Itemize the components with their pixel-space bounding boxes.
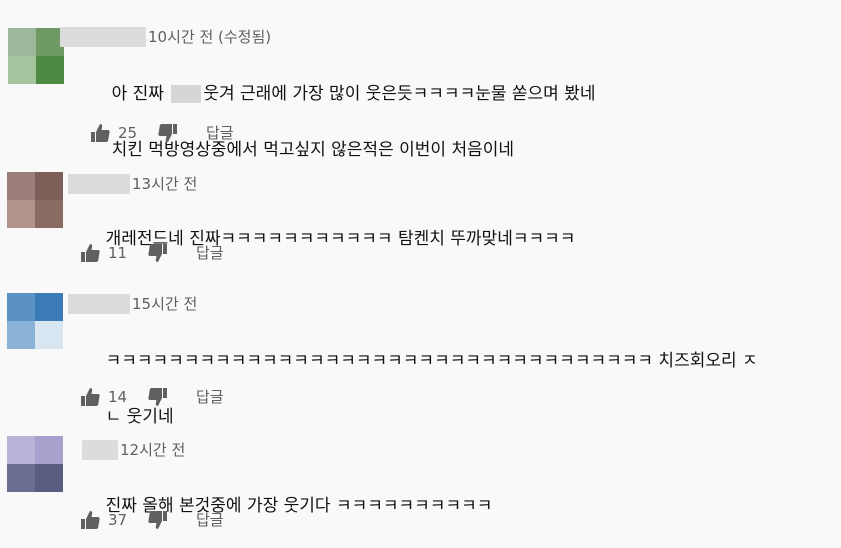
avatar-pixel bbox=[35, 464, 63, 492]
comment-text: 개레전드네 진짜ㅋㅋㅋㅋㅋㅋㅋㅋㅋㅋㅋ 탐켄치 뚜까맞네ㅋㅋㅋㅋ bbox=[84, 197, 576, 281]
comment-actions: 37 답글 bbox=[80, 509, 224, 530]
avatar-pixel bbox=[7, 436, 35, 464]
avatar-pixel bbox=[7, 293, 35, 321]
comment-thread: 13시간 전 개레전드네 진짜ㅋㅋㅋㅋㅋㅋㅋㅋㅋㅋㅋ 탐켄치 뚜까맞네ㅋㅋㅋㅋ … bbox=[0, 160, 841, 285]
thumbs-up-icon[interactable] bbox=[80, 243, 100, 263]
author-name-blurred[interactable] bbox=[60, 26, 146, 47]
avatar-pixel bbox=[35, 200, 63, 228]
avatar-pixel bbox=[7, 172, 35, 200]
reply-button[interactable]: 답글 bbox=[196, 242, 224, 263]
like-count: 11 bbox=[108, 243, 128, 262]
comment-line: 치킨 먹방영상중에서 먹고싶지 않은적은 이번이 처음이네 bbox=[111, 140, 515, 160]
thumbs-down-icon[interactable] bbox=[148, 510, 168, 530]
reply-button[interactable]: 답글 bbox=[206, 122, 234, 143]
avatar-pixel bbox=[7, 464, 35, 492]
like-count: 25 bbox=[118, 123, 138, 142]
like-count: 14 bbox=[108, 387, 128, 406]
comment-timestamp[interactable]: 15시간 전 bbox=[132, 293, 197, 314]
comment-text: 진짜 올해 본것중에 가장 웃기다 ㅋㅋㅋㅋㅋㅋㅋㅋㅋㅋ bbox=[84, 464, 493, 548]
comment-thread: 12시간 전 진짜 올해 본것중에 가장 웃기다 ㅋㅋㅋㅋㅋㅋㅋㅋㅋㅋ 37 답… bbox=[0, 425, 841, 541]
avatar-pixel bbox=[7, 200, 35, 228]
comment-line: ㄴ 웃기네 bbox=[105, 407, 174, 427]
thumbs-down-icon[interactable] bbox=[158, 123, 178, 143]
comment-header: 12시간 전 bbox=[82, 439, 185, 460]
comment-actions: 11 답글 bbox=[80, 242, 224, 263]
comment-line: ㅋㅋㅋㅋㅋㅋㅋㅋㅋㅋㅋㅋㅋㅋㅋㅋㅋㅋㅋㅋㅋㅋㅋㅋㅋㅋㅋㅋㅋㅋㅋㅋㅋㅋㅋ 치즈회오… bbox=[105, 351, 758, 371]
thumbs-up-icon[interactable] bbox=[90, 123, 110, 143]
comment-header: 15시간 전 bbox=[68, 293, 197, 314]
comment-timestamp[interactable]: 13시간 전 bbox=[132, 173, 197, 194]
comment-thread: 10시간 전 (수정됨) 아 진짜 웃겨 근래에 가장 많이 웃은듯ㅋㅋㅋㅋ눈물… bbox=[0, 0, 841, 160]
avatar-pixel bbox=[36, 56, 64, 84]
comment-header: 13시간 전 bbox=[68, 173, 197, 194]
author-name-blurred[interactable] bbox=[82, 439, 118, 460]
comment-thread: 15시간 전 ㅋㅋㅋㅋㅋㅋㅋㅋㅋㅋㅋㅋㅋㅋㅋㅋㅋㅋㅋㅋㅋㅋㅋㅋㅋㅋㅋㅋㅋㅋㅋㅋㅋ… bbox=[0, 285, 841, 427]
comment-actions: 14 답글 bbox=[80, 386, 224, 407]
comment-line: 아 진짜 웃겨 근래에 가장 많이 웃은듯ㅋㅋㅋㅋ눈물 쏟으며 봤네 bbox=[111, 84, 596, 104]
avatar-pixel bbox=[7, 321, 35, 349]
avatar-pixel bbox=[35, 172, 63, 200]
reply-button[interactable]: 답글 bbox=[196, 509, 224, 530]
censored-text bbox=[171, 85, 202, 103]
comment-timestamp[interactable]: 12시간 전 bbox=[120, 439, 185, 460]
avatar-pixel bbox=[35, 293, 63, 321]
comment-actions: 25 답글 bbox=[90, 122, 234, 143]
like-count: 37 bbox=[108, 510, 128, 529]
avatar-pixel bbox=[8, 56, 36, 84]
comment-timestamp[interactable]: 10시간 전 (수정됨) bbox=[148, 26, 271, 47]
author-name-blurred[interactable] bbox=[68, 293, 130, 314]
avatar-pixel bbox=[8, 28, 36, 56]
avatar[interactable] bbox=[7, 436, 63, 492]
comment-header: 10시간 전 (수정됨) bbox=[60, 26, 271, 47]
avatar-pixel bbox=[35, 436, 63, 464]
avatar[interactable] bbox=[7, 172, 63, 228]
author-name-blurred[interactable] bbox=[68, 173, 130, 194]
thumbs-down-icon[interactable] bbox=[148, 243, 168, 263]
avatar[interactable] bbox=[8, 28, 64, 84]
thumbs-up-icon[interactable] bbox=[80, 510, 100, 530]
thumbs-up-icon[interactable] bbox=[80, 387, 100, 407]
thumbs-down-icon[interactable] bbox=[148, 387, 168, 407]
reply-button[interactable]: 답글 bbox=[196, 386, 224, 407]
avatar[interactable] bbox=[7, 293, 63, 349]
avatar-pixel bbox=[35, 321, 63, 349]
